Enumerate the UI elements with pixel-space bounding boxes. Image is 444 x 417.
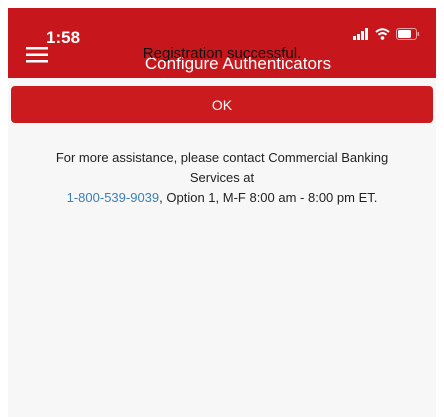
help-text-line-2: Services at bbox=[189, 170, 255, 185]
help-text-line-1: For more assistance, please contact Comm… bbox=[55, 150, 389, 165]
left-frame-border bbox=[0, 0, 8, 417]
wifi-icon bbox=[375, 28, 390, 40]
signal-icon bbox=[353, 28, 369, 40]
status-icons bbox=[353, 27, 420, 41]
ok-button[interactable]: OK bbox=[11, 86, 433, 123]
phone-link[interactable]: 1-800-539-9039 bbox=[67, 190, 160, 205]
main-content bbox=[8, 78, 436, 417]
app-header: 1:58 Configure Authenticators bbox=[8, 8, 436, 78]
help-text-hours: , Option 1, M-F 8:00 am - 8:00 pm ET. bbox=[159, 190, 378, 205]
help-text-line-3: 1-800-539-9039, Option 1, M-F 8:00 am - … bbox=[0, 188, 444, 208]
help-text: For more assistance, please contact Comm… bbox=[0, 148, 444, 208]
success-message: Registration successful. bbox=[142, 45, 302, 62]
battery-icon bbox=[396, 28, 420, 40]
